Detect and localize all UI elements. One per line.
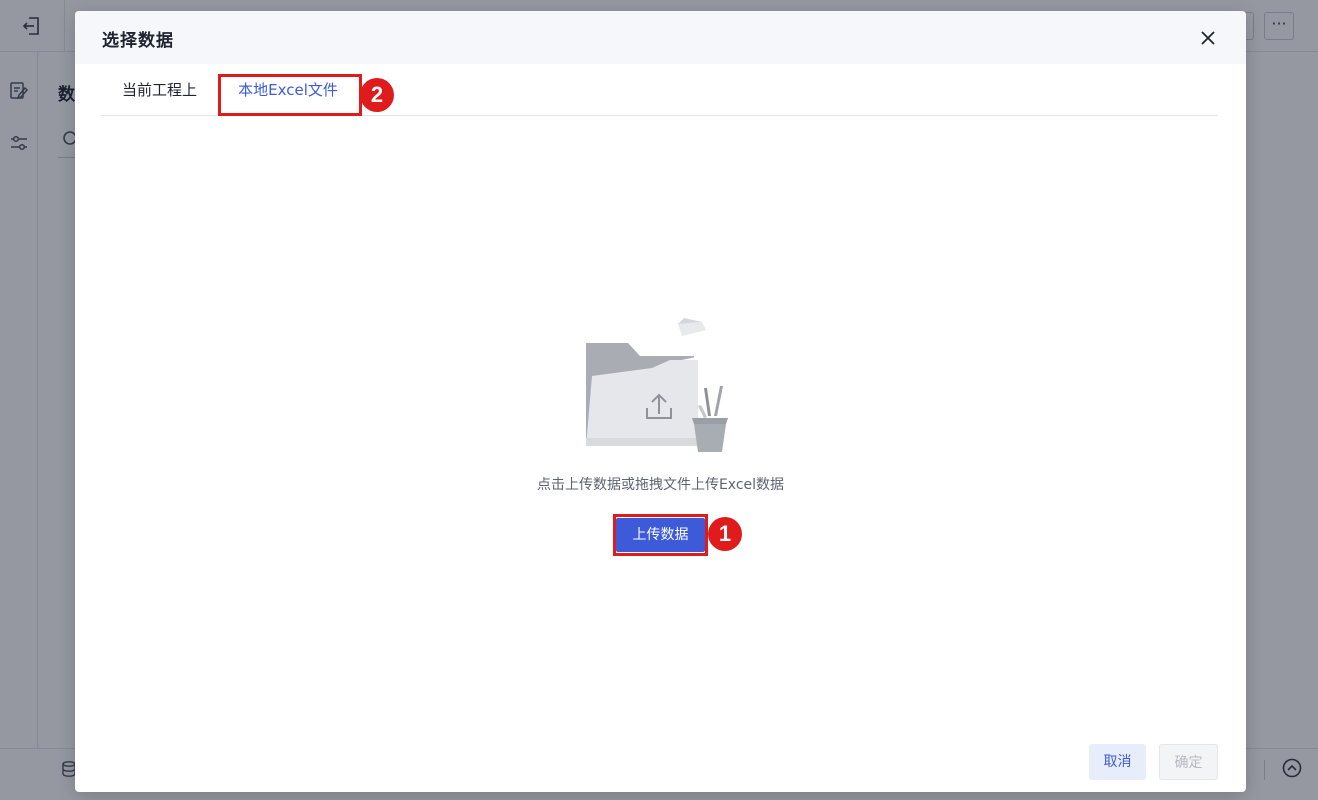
- cancel-button[interactable]: 取消: [1089, 744, 1146, 780]
- confirm-button[interactable]: 确定: [1159, 744, 1218, 780]
- folder-upload-illustration: [586, 318, 728, 452]
- upload-data-button[interactable]: 上传数据: [616, 518, 705, 552]
- upload-hint-text: 点击上传数据或拖拽文件上传Excel数据: [536, 477, 785, 493]
- step-badge-2: 2: [360, 78, 394, 112]
- tab-local-excel[interactable]: 本地Excel文件: [217, 64, 359, 116]
- tab-current-project[interactable]: 当前工程上: [122, 64, 197, 116]
- data-source-tabs: 当前工程上 本地Excel文件: [101, 64, 1218, 116]
- close-icon[interactable]: [1195, 25, 1221, 51]
- select-data-dialog: 选择数据 当前工程上 本地Excel文件 2 点击上传数据或拖拽文件上传Exce…: [75, 11, 1246, 792]
- dialog-title: 选择数据: [102, 31, 174, 51]
- dialog-header: 选择数据: [75, 11, 1246, 64]
- step-badge-1: 1: [708, 517, 742, 551]
